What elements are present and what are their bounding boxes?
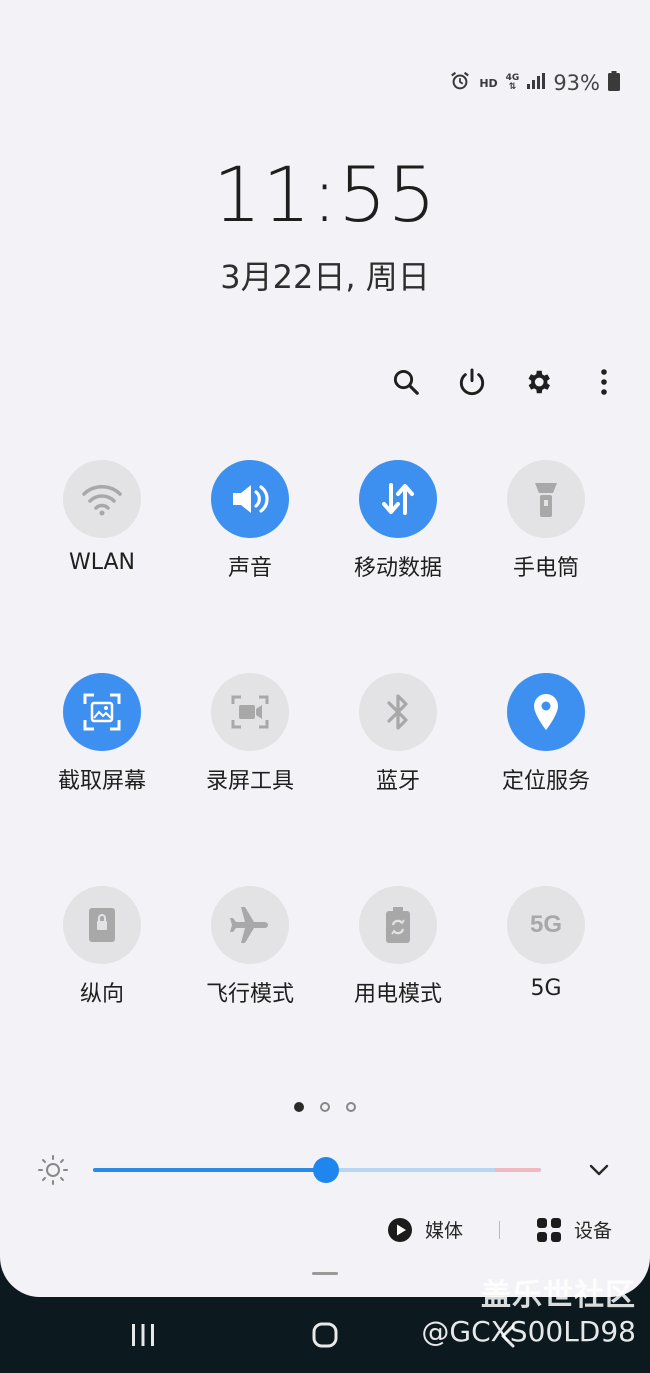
gear-icon bbox=[528, 370, 550, 394]
location-icon bbox=[534, 694, 558, 730]
tile-label: 飞行模式 bbox=[205, 982, 294, 1007]
search-button[interactable] bbox=[380, 362, 432, 402]
tile-flashlight-button[interactable] bbox=[507, 460, 585, 538]
tile-label: WLAN bbox=[68, 550, 136, 575]
tile-mobile-data-button[interactable] bbox=[359, 460, 437, 538]
tile-5g-button[interactable]: 5G bbox=[507, 886, 585, 964]
media-label: 媒体 bbox=[424, 1220, 463, 1242]
panel-toolbar bbox=[380, 362, 630, 402]
network-type: 4G ⇅ bbox=[505, 73, 520, 92]
tile-5g[interactable]: 5G 5G bbox=[472, 886, 620, 1001]
tile-screen-record[interactable]: 录屏工具 bbox=[176, 673, 324, 795]
devices-grid-icon bbox=[536, 1217, 561, 1242]
brightness-slider-thumb[interactable] bbox=[312, 1157, 339, 1183]
alarm-icon bbox=[449, 70, 471, 96]
tile-wlan-button[interactable] bbox=[63, 460, 141, 538]
tile-flashlight[interactable]: 手电筒 bbox=[472, 460, 620, 582]
tile-power-mode[interactable]: 用电模式 bbox=[324, 886, 472, 1008]
tile-label: 移动数据 bbox=[353, 556, 442, 581]
watermark-title: 盖乐世社区 bbox=[481, 1278, 636, 1313]
tile-power-mode-button[interactable] bbox=[359, 886, 437, 964]
tile-sound[interactable]: 声音 bbox=[176, 460, 324, 582]
screen-record-icon bbox=[231, 695, 269, 729]
tile-label: 录屏工具 bbox=[205, 769, 294, 794]
page-dot-3[interactable] bbox=[346, 1102, 356, 1112]
tile-sound-button[interactable] bbox=[211, 460, 289, 538]
screenshot-icon bbox=[83, 693, 121, 731]
tile-label: 纵向 bbox=[79, 982, 124, 1007]
watermark-user: @GCXS00LD98 bbox=[421, 1315, 636, 1348]
panel-drag-handle[interactable] bbox=[312, 1272, 338, 1275]
page-dot-1[interactable] bbox=[294, 1102, 304, 1112]
tile-label: 蓝牙 bbox=[375, 769, 420, 794]
brightness-icon bbox=[38, 1155, 68, 1185]
battery-percent: 93% bbox=[553, 71, 600, 95]
wifi-icon bbox=[82, 485, 122, 516]
recent-apps-icon[interactable] bbox=[130, 1323, 156, 1347]
home-icon[interactable] bbox=[311, 1321, 339, 1349]
brightness-control bbox=[36, 1150, 616, 1190]
brightness-slider-fill bbox=[93, 1168, 326, 1172]
tile-label: 声音 bbox=[227, 556, 272, 581]
tile-wlan[interactable]: WLAN bbox=[28, 460, 176, 575]
tile-screen-record-button[interactable] bbox=[211, 673, 289, 751]
network-type-label: 4G bbox=[505, 73, 520, 83]
tile-label: 手电筒 bbox=[512, 556, 579, 581]
media-button[interactable]: 媒体 bbox=[387, 1216, 463, 1243]
5g-icon: 5G bbox=[529, 911, 562, 938]
media-output-row: 媒体 设备 bbox=[387, 1216, 612, 1243]
signal-icon bbox=[527, 73, 546, 93]
status-bar: HD 4G ⇅ 93% bbox=[449, 68, 620, 98]
devices-label: 设备 bbox=[573, 1220, 612, 1242]
separator bbox=[498, 1220, 500, 1239]
power-icon bbox=[459, 368, 485, 396]
brightness-high-zone bbox=[495, 1168, 541, 1172]
tile-screenshot-button[interactable] bbox=[63, 673, 141, 751]
tile-airplane-button[interactable] bbox=[211, 886, 289, 964]
tile-portrait-button[interactable] bbox=[63, 886, 141, 964]
hd-indicator: HD bbox=[479, 76, 498, 90]
clock-date: 3月22日, 周日 bbox=[220, 258, 430, 296]
tile-bluetooth-button[interactable] bbox=[359, 673, 437, 751]
tile-bluetooth[interactable]: 蓝牙 bbox=[324, 673, 472, 795]
tile-label: 用电模式 bbox=[353, 982, 442, 1007]
page-dot-2[interactable] bbox=[320, 1102, 330, 1112]
search-icon bbox=[393, 369, 419, 395]
page-indicator bbox=[0, 1102, 650, 1112]
portrait-icon bbox=[89, 908, 115, 942]
play-circle-icon bbox=[387, 1217, 412, 1242]
devices-button[interactable]: 设备 bbox=[536, 1216, 612, 1243]
battery-icon bbox=[608, 71, 620, 95]
tile-label: 截取屏幕 bbox=[57, 769, 146, 794]
mobile-data-icon bbox=[382, 483, 414, 515]
tile-airplane[interactable]: 飞行模式 bbox=[176, 886, 324, 1008]
sound-icon bbox=[233, 485, 269, 513]
tile-label: 定位服务 bbox=[501, 769, 590, 794]
tile-location[interactable]: 定位服务 bbox=[472, 673, 620, 795]
more-vertical-icon bbox=[601, 369, 607, 395]
power-mode-icon bbox=[386, 907, 410, 943]
chevron-down-icon[interactable] bbox=[588, 1160, 610, 1180]
settings-button[interactable] bbox=[512, 362, 564, 402]
tile-portrait[interactable]: 纵向 bbox=[28, 886, 176, 1008]
bluetooth-icon bbox=[387, 694, 408, 730]
clock-time: 11:55 bbox=[212, 150, 438, 239]
tile-mobile-data[interactable]: 移动数据 bbox=[324, 460, 472, 582]
quick-panel: HD 4G ⇅ 93% 11:55 3月22日, 周日 WLAN 声音 移动数据… bbox=[0, 0, 650, 1297]
more-options-button[interactable] bbox=[578, 362, 630, 402]
airplane-icon bbox=[230, 907, 268, 943]
power-button[interactable] bbox=[446, 362, 498, 402]
flashlight-icon bbox=[535, 483, 557, 517]
tile-screenshot[interactable]: 截取屏幕 bbox=[28, 673, 176, 795]
tile-location-button[interactable] bbox=[507, 673, 585, 751]
tile-label: 5G bbox=[530, 976, 562, 1001]
